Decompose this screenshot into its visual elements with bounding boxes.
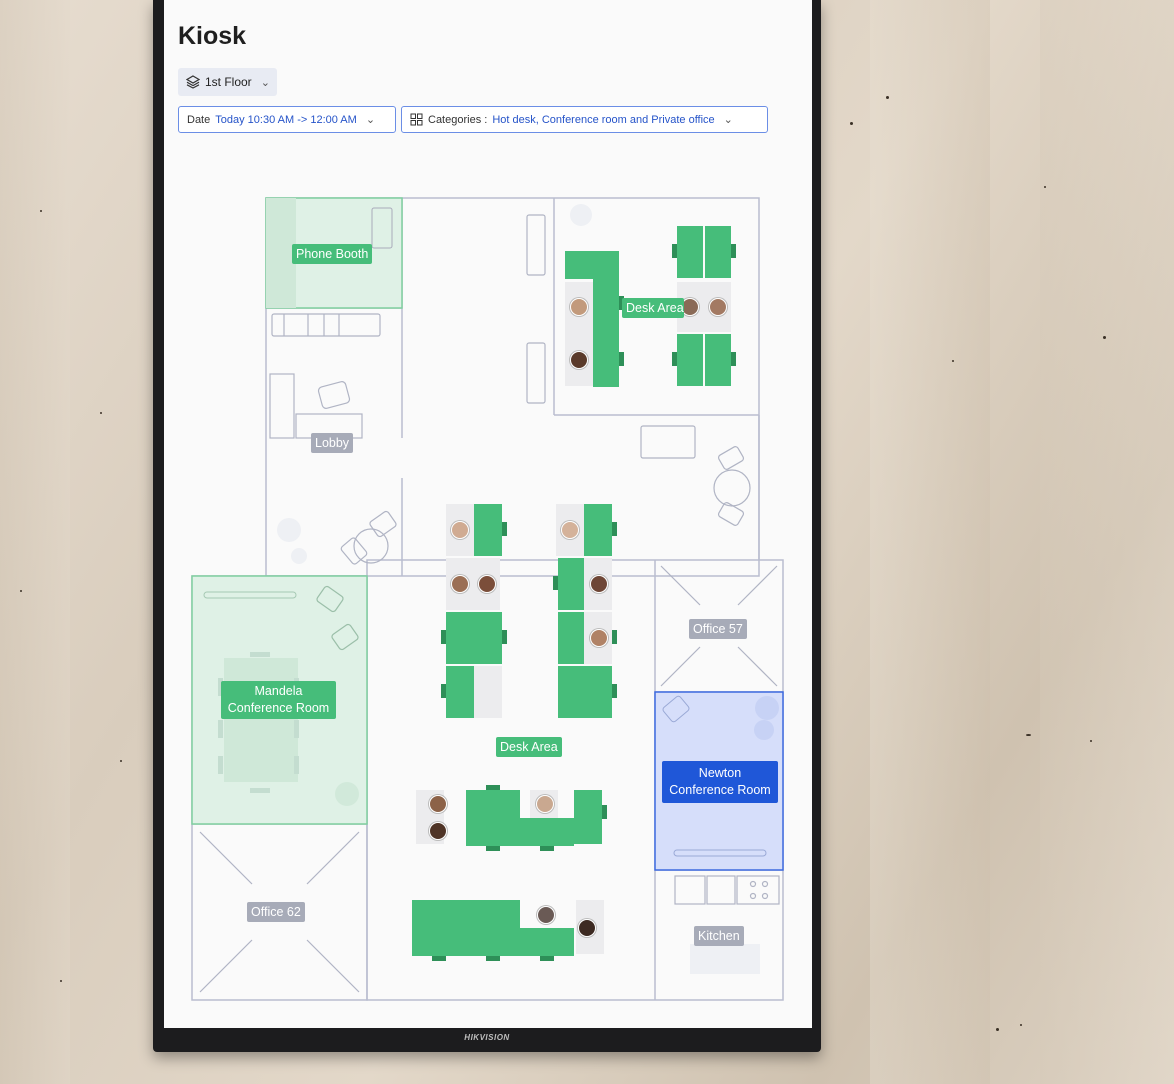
desk-area-top-label[interactable]: Desk Area — [622, 298, 684, 318]
avatar[interactable] — [478, 575, 496, 593]
desk-area-center-label[interactable]: Desk Area — [496, 737, 562, 757]
kitchen-label: Kitchen — [694, 926, 744, 946]
phone-booth-label[interactable]: Phone Booth — [292, 244, 373, 264]
office-57-label[interactable]: Office 57 — [689, 619, 747, 639]
avatar[interactable] — [590, 629, 608, 647]
avatar[interactable] — [709, 298, 727, 316]
avatar[interactable] — [451, 521, 469, 539]
avatar[interactable] — [429, 822, 447, 840]
avatar[interactable] — [429, 795, 447, 813]
lobby-label: Lobby — [311, 433, 354, 453]
brand-logo: HIKVISION — [464, 1033, 510, 1042]
newton-conference-room-label[interactable]: Newton Conference Room — [662, 761, 778, 803]
avatar[interactable] — [536, 795, 554, 813]
avatar[interactable] — [451, 575, 469, 593]
kiosk-screen: Kiosk 1st Floor ⌄ Date Today 10:30 AM ->… — [164, 0, 812, 1028]
avatar[interactable] — [537, 906, 555, 924]
avatar[interactable] — [578, 919, 596, 937]
avatar[interactable] — [561, 521, 579, 539]
avatar[interactable] — [570, 351, 588, 369]
mandela-conference-room-label[interactable]: Mandela Conference Room — [221, 681, 336, 719]
avatar[interactable] — [590, 575, 608, 593]
office-62-label[interactable]: Office 62 — [247, 902, 305, 922]
kitchen-room — [674, 875, 780, 974]
avatar[interactable] — [570, 298, 588, 316]
